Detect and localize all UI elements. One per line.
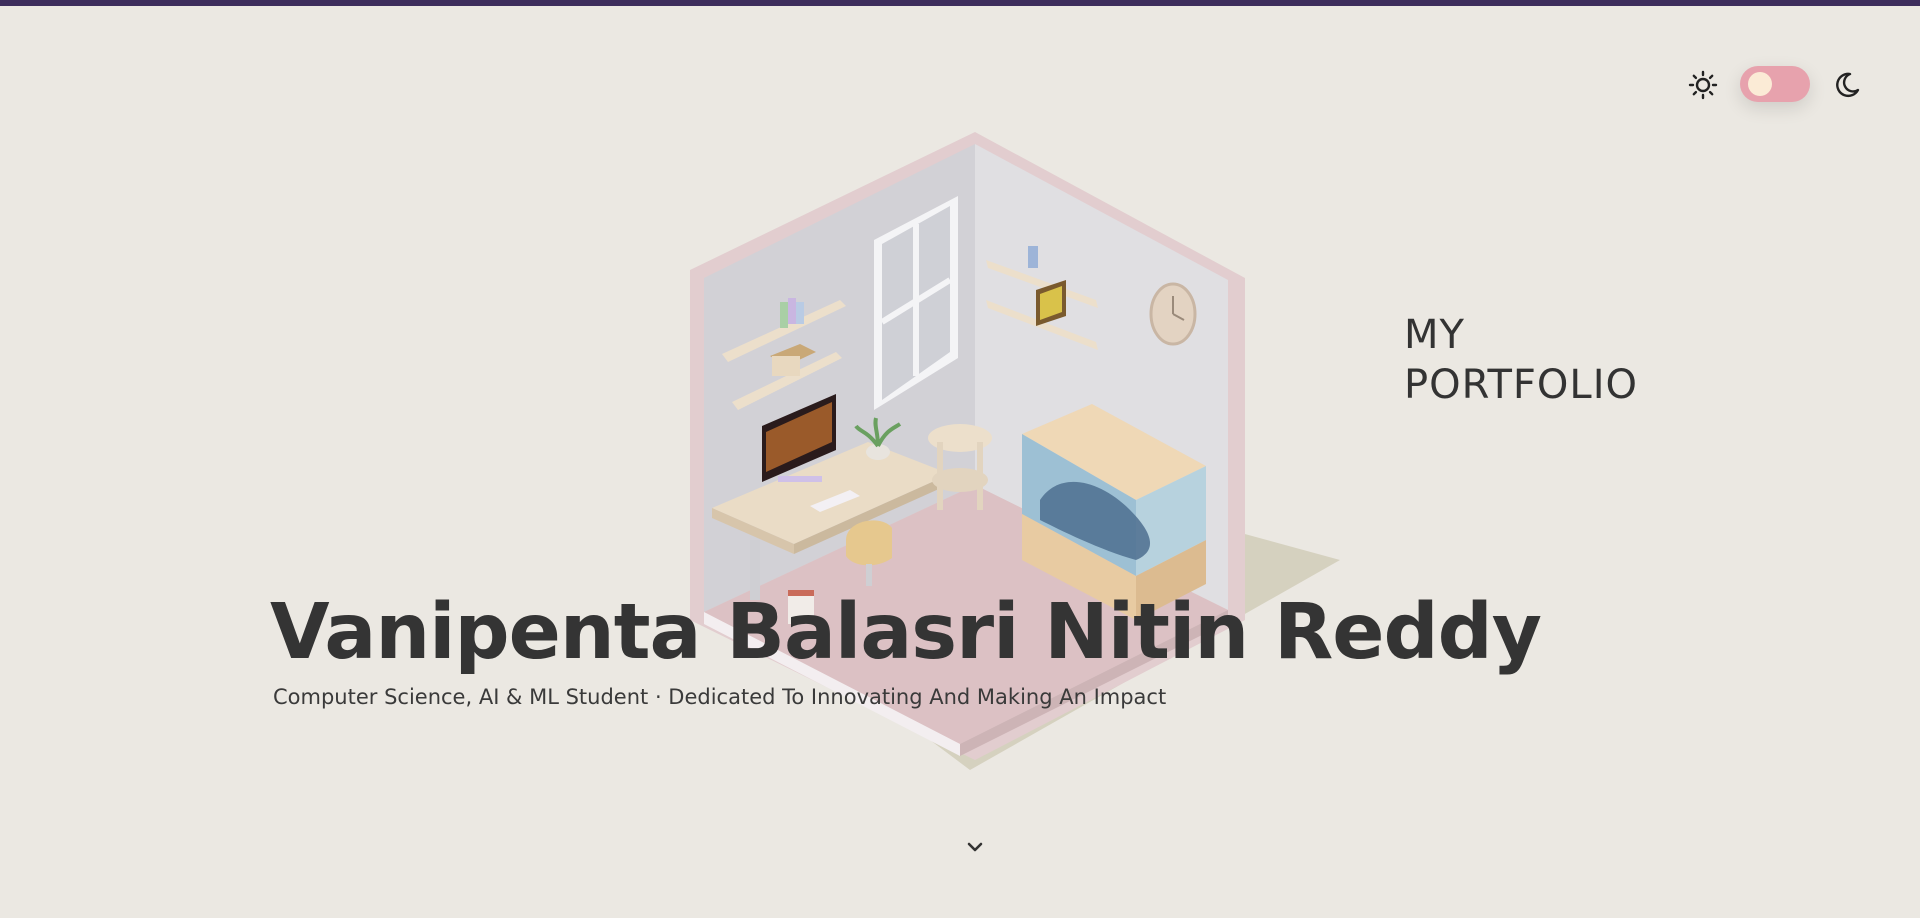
portfolio-label: MY PORTFOLIO (1404, 312, 1638, 408)
hero-name: Vanipenta Balasri Nitin Reddy (270, 588, 1542, 677)
theme-toggle (1688, 62, 1864, 106)
chevron-down-icon[interactable] (962, 834, 988, 860)
hero-tagline: Computer Science, AI & ML Student · Dedi… (273, 685, 1167, 709)
top-accent-bar (0, 0, 1920, 6)
isometric-room-illustration (690, 132, 1340, 770)
moon-icon[interactable] (1832, 70, 1862, 100)
toggle-knob (1748, 72, 1772, 96)
theme-toggle-switch[interactable] (1740, 66, 1810, 102)
sun-icon[interactable] (1688, 70, 1718, 100)
